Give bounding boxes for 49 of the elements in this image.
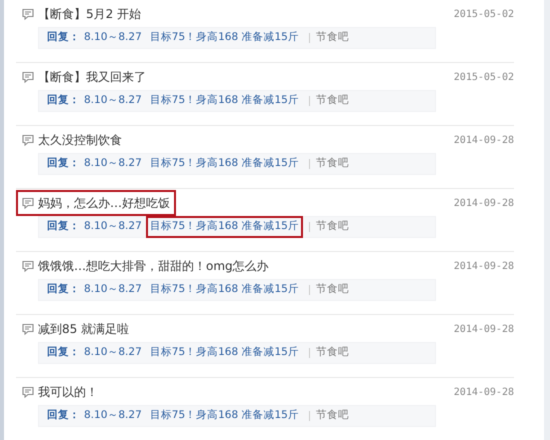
- forum-link[interactable]: 节食吧: [316, 345, 349, 361]
- comment-icon: [22, 386, 34, 398]
- post-date: 2015-05-02: [454, 71, 514, 85]
- forum-link[interactable]: 节食吧: [316, 93, 349, 109]
- comment-icon: [22, 323, 34, 335]
- reply-label: 回复：: [47, 219, 80, 234]
- comment-icon: [22, 260, 34, 272]
- post-date: 2014-09-28: [454, 386, 514, 400]
- forum-link[interactable]: 节食吧: [316, 156, 349, 172]
- reply-label: 回复：: [47, 93, 80, 108]
- post-title[interactable]: 【断食】我又回来了: [16, 64, 152, 90]
- reply-text[interactable]: 目标75！身高168 准备减15斤: [146, 405, 303, 427]
- reply-text[interactable]: 目标75！身高168 准备减15斤: [146, 342, 303, 364]
- reply-text[interactable]: 目标75！身高168 准备减15斤: [146, 279, 303, 301]
- post-title[interactable]: 妈妈，怎么办…好想吃饭: [16, 190, 176, 216]
- post-date: 2015-05-02: [454, 8, 514, 22]
- reply-label: 回复：: [47, 408, 80, 424]
- reply-text[interactable]: 8.10～8.27: [80, 27, 146, 49]
- comment-icon: [22, 134, 34, 146]
- post-date: 2014-09-28: [454, 134, 514, 148]
- reply-text[interactable]: 8.10～8.27: [80, 279, 146, 301]
- post-title[interactable]: 减到85 就满足啦: [16, 316, 136, 342]
- reply-text[interactable]: 8.10～8.27: [80, 153, 146, 175]
- reply-text[interactable]: 8.10～8.27: [80, 342, 146, 364]
- comment-icon: [22, 8, 34, 20]
- comment-icon: [22, 71, 34, 83]
- reply-text[interactable]: 目标75！身高168 准备减15斤: [146, 27, 303, 49]
- reply-text[interactable]: 8.10～8.27: [80, 90, 146, 112]
- reply-label: 回复：: [47, 345, 80, 360]
- reply-label: 回复：: [47, 30, 80, 46]
- post-title[interactable]: 【断食】5月2 开始: [16, 1, 148, 27]
- post-title[interactable]: 我可以的！: [16, 379, 104, 405]
- forum-link[interactable]: 节食吧: [316, 219, 349, 235]
- reply-label: 回复：: [47, 282, 80, 298]
- reply-text[interactable]: 8.10～8.27: [80, 216, 146, 238]
- reply-text[interactable]: 目标75！身高168 准备减15斤: [146, 216, 303, 238]
- reply-text[interactable]: 目标75！身高168 准备减15斤: [146, 90, 303, 112]
- reply-text[interactable]: 8.10～8.27: [80, 405, 146, 427]
- post-title[interactable]: 饿饿饿…想吃大排骨，甜甜的！omg怎么办: [16, 253, 275, 279]
- reply-text[interactable]: 目标75！身高168 准备减15斤: [146, 153, 303, 175]
- comment-icon: [22, 197, 34, 209]
- post-date: 2014-09-28: [454, 323, 514, 337]
- post-date: 2014-09-28: [454, 197, 514, 211]
- forum-link[interactable]: 节食吧: [316, 282, 349, 298]
- forum-link[interactable]: 节食吧: [316, 408, 349, 424]
- post-date: 2014-09-28: [454, 260, 514, 274]
- post-title[interactable]: 太久没控制饮食: [16, 127, 128, 153]
- forum-link[interactable]: 节食吧: [316, 30, 349, 46]
- reply-label: 回复：: [47, 156, 80, 172]
